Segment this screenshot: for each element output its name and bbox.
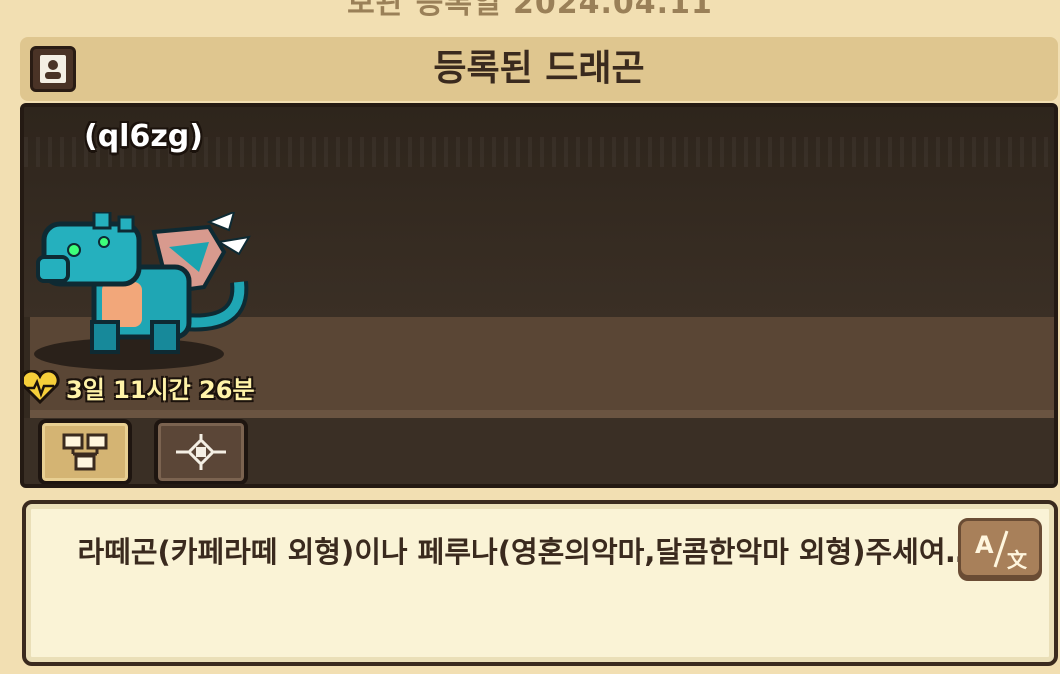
registration-date-text: 보관 등록일 2024.04.11 <box>347 0 713 21</box>
heart-pulse-icon <box>24 370 60 404</box>
svg-text:文: 文 <box>1007 548 1028 572</box>
translate-icon: A 文 <box>975 530 1028 572</box>
focus-target-icon <box>176 434 226 470</box>
family-tree-icon <box>62 433 108 471</box>
translate-button[interactable]: A 文 <box>958 518 1042 578</box>
message-box: 라떼곤(카페라떼 외형)이나 페루나(영혼의악마,달콤한악마 외형)주세여… A… <box>22 500 1058 666</box>
page-title: 등록된 드래곤 <box>433 48 645 89</box>
profile-button[interactable] <box>30 46 76 92</box>
time-remaining: 3일 11시간 26분 <box>66 375 255 404</box>
message-text: 라떼곤(카페라떼 외형)이나 페루나(영혼의악마,달콤한악마 외형)주세여… <box>77 535 975 569</box>
svg-text:A: A <box>975 531 994 559</box>
focus-view-button[interactable] <box>154 419 248 484</box>
care-timer: 3일 11시간 26분 <box>24 369 255 405</box>
person-icon <box>40 55 66 83</box>
header-bar: 등록된 드래곤 <box>20 37 1058 101</box>
dragon-display-stage: (ql6zg) 3일 11시간 26분 <box>20 103 1058 488</box>
dragon-name: (ql6zg) <box>84 119 203 154</box>
family-tree-button[interactable] <box>38 419 132 484</box>
dragon-sprite[interactable] <box>34 212 264 372</box>
